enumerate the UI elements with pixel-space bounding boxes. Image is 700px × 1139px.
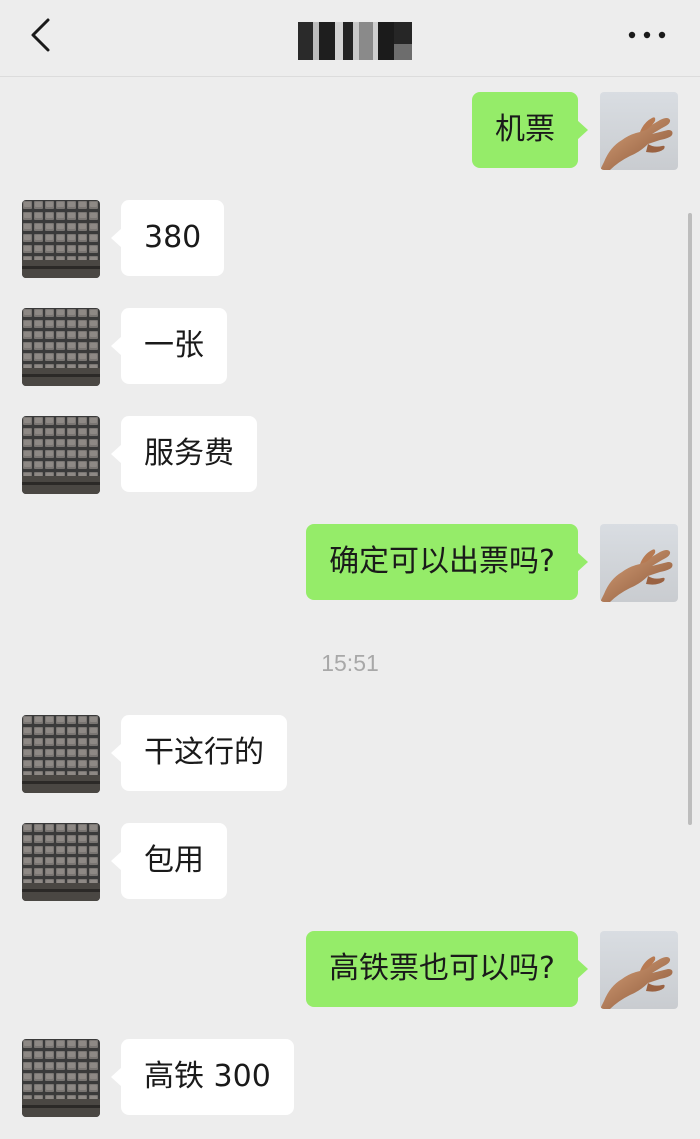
hand-avatar-icon <box>600 524 678 602</box>
message-bubble[interactable]: 机票 <box>472 92 588 168</box>
hand-avatar-icon <box>600 931 678 1009</box>
message-row-outgoing: 高铁票也可以吗? <box>0 931 700 1009</box>
message-bubble[interactable]: 380 <box>110 200 225 276</box>
keyboard-avatar-icon <box>22 308 100 386</box>
chat-header <box>0 0 700 77</box>
message-row-outgoing: 机票 <box>0 92 700 170</box>
keyboard-avatar-icon <box>22 416 100 494</box>
avatar-self[interactable] <box>600 92 678 170</box>
message-timestamp: 15:51 <box>321 650 379 676</box>
message-bubble[interactable]: 服务费 <box>111 416 257 492</box>
contact-name-redacted <box>298 22 412 60</box>
avatar-self[interactable] <box>600 931 678 1009</box>
back-button[interactable] <box>22 14 62 58</box>
message-row-incoming: 包用 <box>0 823 700 901</box>
message-bubble[interactable]: 高铁票也可以吗? <box>306 931 588 1007</box>
avatar-contact[interactable] <box>22 416 100 494</box>
message-bubble[interactable]: 高铁 300 <box>111 1039 294 1115</box>
keyboard-avatar-icon <box>22 715 100 793</box>
message-bubble[interactable]: 干这行的 <box>111 715 287 791</box>
message-row-incoming: 380 <box>0 200 700 278</box>
more-dots-icon <box>628 31 666 39</box>
keyboard-avatar-icon <box>22 200 100 278</box>
avatar-contact[interactable] <box>22 1039 100 1117</box>
keyboard-avatar-icon <box>22 823 100 901</box>
more-button[interactable] <box>622 18 672 52</box>
message-row-outgoing: 确定可以出票吗? <box>0 524 700 602</box>
message-bubble[interactable]: 包用 <box>111 823 227 899</box>
message-row-incoming: 干这行的 <box>0 715 700 793</box>
avatar-contact[interactable] <box>22 823 100 901</box>
scrollbar[interactable] <box>688 213 692 825</box>
avatar-self[interactable] <box>600 524 678 602</box>
avatar-contact[interactable] <box>22 200 100 278</box>
keyboard-avatar-icon <box>22 1039 100 1117</box>
message-bubble[interactable]: 确定可以出票吗? <box>306 524 588 600</box>
message-row-incoming: 一张 <box>0 308 700 386</box>
hand-avatar-icon <box>600 92 678 170</box>
chevron-left-icon <box>31 18 50 52</box>
chat-message-list[interactable]: 机票 380 一张 服务费 确定可以出票吗? 15:51 干这行的 包用 高铁票… <box>0 77 700 1139</box>
message-bubble[interactable]: 一张 <box>111 308 227 384</box>
avatar-contact[interactable] <box>22 308 100 386</box>
message-row-incoming: 高铁 300 <box>0 1039 700 1117</box>
message-row-incoming: 服务费 <box>0 416 700 494</box>
avatar-contact[interactable] <box>22 715 100 793</box>
